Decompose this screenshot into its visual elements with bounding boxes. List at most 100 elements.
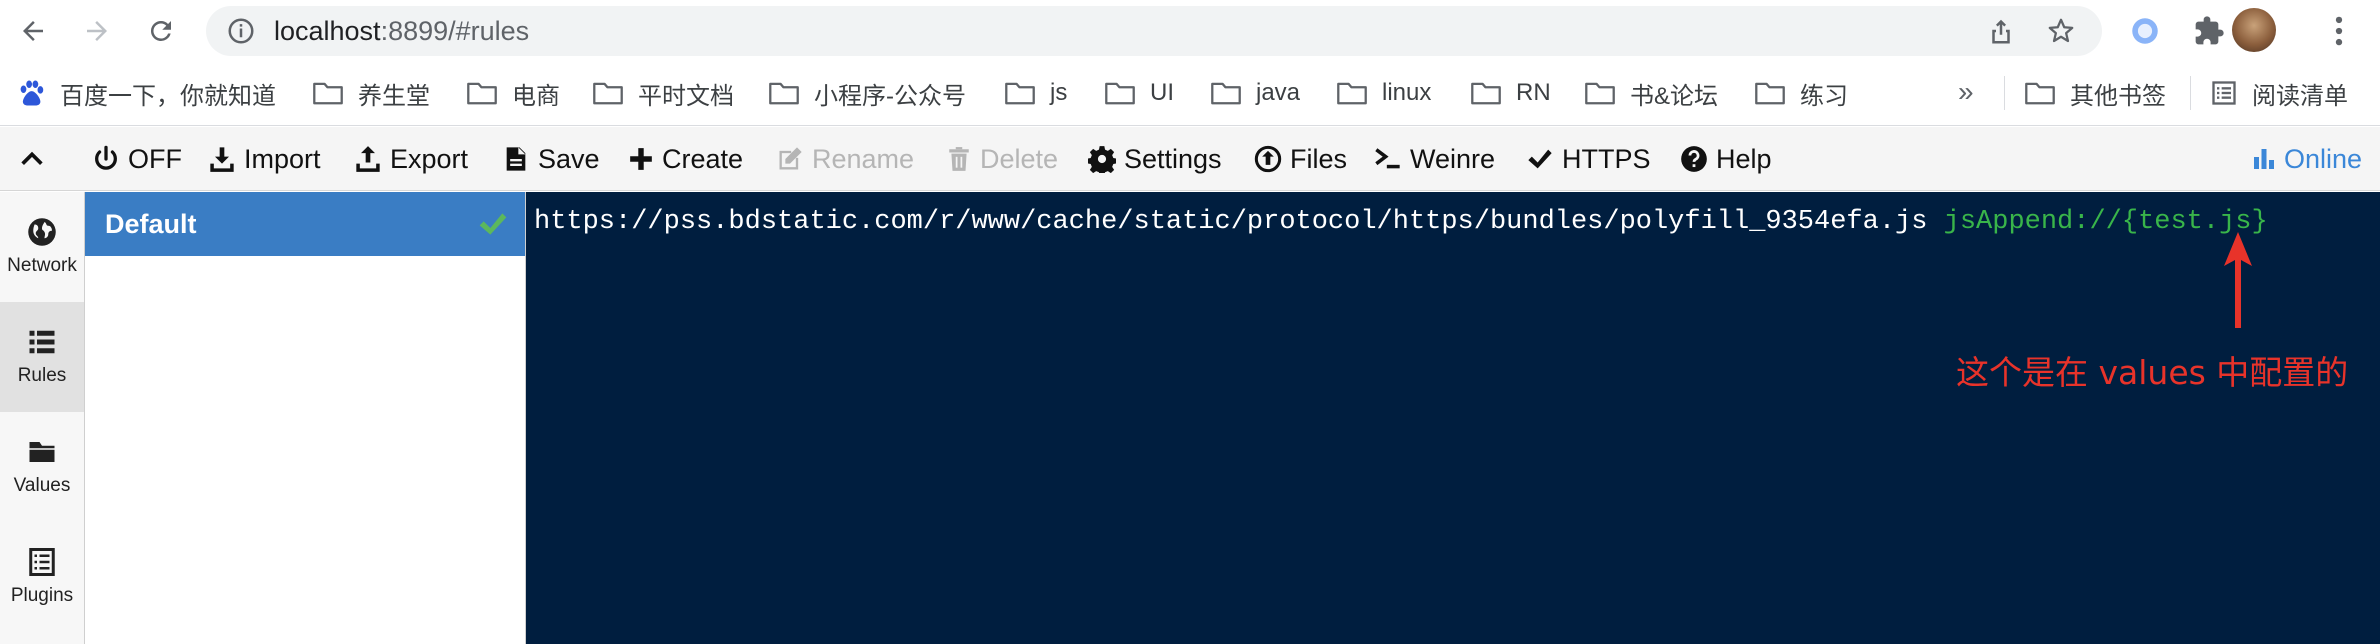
trash-icon [949, 147, 969, 171]
export-icon [356, 146, 380, 172]
check-icon [479, 213, 507, 235]
sidebar-item-rules[interactable]: Rules [0, 302, 84, 412]
online-button[interactable]: Online [2252, 127, 2362, 191]
bookmark-folder[interactable]: RN [1470, 62, 1551, 124]
annotation-arrow-icon [2224, 232, 2252, 328]
weinre-label: Weinre [1410, 143, 1496, 174]
bookmarks-overflow-button[interactable]: » [1958, 76, 1974, 108]
browser-toolbar: localhost:8899/#rules [0, 0, 2380, 62]
rules-list: Default [85, 192, 526, 644]
export-button[interactable]: Export [354, 127, 468, 191]
share-icon[interactable] [1986, 16, 2016, 46]
bookmark-baidu[interactable]: 百度一下，你就知道 [16, 62, 276, 124]
sidebar-item-label: Values [13, 475, 71, 496]
folder-icon [1337, 82, 1367, 105]
more-vertical-icon[interactable] [2320, 12, 2358, 50]
bookmark-label: 练习 [1800, 82, 1848, 110]
bookmark-folder[interactable]: js [1004, 62, 1067, 124]
annotation-text: 这个是在 values 中配置的 [1956, 353, 2349, 392]
files-button[interactable]: Files [1254, 127, 1347, 191]
folder-icon [1585, 82, 1615, 105]
upload-circle-icon [1254, 145, 1282, 173]
sidebar-item-values[interactable]: Values [0, 412, 84, 522]
rule-pattern: https://pss.bdstatic.com/r/www/cache/sta… [534, 207, 1928, 237]
gear-icon [1088, 146, 1116, 173]
back-button[interactable] [10, 8, 56, 54]
help-label: Help [1716, 143, 1772, 174]
bookmark-folder[interactable]: 书&论坛 [1584, 62, 1718, 124]
rules-editor[interactable]: https://pss.bdstatic.com/r/www/cache/sta… [526, 192, 2380, 644]
bookmark-folder[interactable]: 电商 [466, 62, 560, 124]
extensions-puzzle-icon[interactable] [2190, 12, 2228, 50]
bookmark-star-icon[interactable] [2046, 16, 2076, 46]
reading-list-button[interactable]: 阅读清单 [2210, 62, 2348, 124]
whistle-menu-bar: OFF Import Export Save Create Rename Del… [0, 127, 2380, 191]
bookmark-folder[interactable]: 小程序-公众号 [768, 62, 966, 124]
folder-icon [467, 82, 497, 105]
settings-button[interactable]: Settings [1088, 127, 1222, 191]
bookmark-folder[interactable]: 练习 [1754, 62, 1848, 124]
collapse-button[interactable] [18, 127, 46, 191]
sidebar-item-label: Network [7, 255, 77, 276]
folder-icon [2025, 82, 2055, 105]
chevron-up-icon [21, 151, 43, 165]
bookmark-folder[interactable]: linux [1336, 62, 1431, 124]
bar-chart-icon [2254, 149, 2274, 169]
code-line[interactable]: https://pss.bdstatic.com/r/www/cache/sta… [534, 202, 2268, 242]
rename-button[interactable]: Rename [776, 127, 914, 191]
save-label: Save [538, 143, 600, 174]
address-bar[interactable]: localhost:8899/#rules [206, 6, 2102, 56]
folder-icon [1105, 82, 1135, 105]
bookmark-other[interactable]: 其他书签 [2024, 62, 2166, 124]
list-icon [29, 330, 55, 354]
extension-circle-icon[interactable] [2126, 12, 2164, 50]
folder-icon [769, 82, 799, 105]
off-label: OFF [128, 143, 182, 174]
import-label: Import [244, 143, 321, 174]
delete-button[interactable]: Delete [946, 127, 1058, 191]
bookmark-label: 电商 [512, 82, 560, 110]
reload-button[interactable] [138, 8, 184, 54]
bookmark-folder[interactable]: UI [1104, 62, 1174, 124]
bookmark-label: 其他书签 [2070, 82, 2166, 110]
bookmark-label: RN [1516, 79, 1551, 106]
url-text[interactable]: localhost:8899/#rules [274, 6, 529, 56]
files-label: Files [1290, 143, 1348, 174]
globe-icon [28, 218, 56, 246]
sidebar-item-label: Rules [17, 365, 67, 386]
arrow-right-icon [87, 21, 107, 41]
arrow-left-icon [23, 21, 43, 41]
info-icon[interactable] [226, 16, 256, 46]
sidebar-item-network[interactable]: Network [0, 192, 84, 302]
folder-icon [313, 82, 343, 105]
weinre-button[interactable]: Weinre [1374, 127, 1495, 191]
rule-item-default[interactable]: Default [85, 192, 525, 256]
help-button[interactable]: Help [1680, 127, 1772, 191]
bookmark-folder[interactable]: 平时文档 [592, 62, 734, 124]
bookmark-label: 养生堂 [358, 82, 430, 110]
save-button[interactable]: Save [502, 127, 600, 191]
url-host: localhost [274, 16, 381, 46]
bookmark-label: 小程序-公众号 [814, 82, 966, 110]
bookmark-label: linux [1382, 79, 1432, 106]
https-label: HTTPS [1562, 143, 1651, 174]
bookmark-folder[interactable]: 养生堂 [312, 62, 430, 124]
folder-icon [1211, 82, 1241, 105]
sidebar-item-plugins[interactable]: Plugins [0, 522, 84, 632]
https-button[interactable]: HTTPS [1526, 127, 1651, 191]
off-button[interactable]: OFF [92, 127, 182, 191]
export-label: Export [390, 143, 469, 174]
forward-button[interactable] [74, 8, 120, 54]
profile-avatar[interactable] [2232, 8, 2276, 52]
create-button[interactable]: Create [628, 127, 743, 191]
rule-name: Default [105, 208, 197, 239]
sidebar-item-label: Plugins [10, 585, 74, 606]
edit-icon [779, 147, 802, 170]
bookmark-folder[interactable]: java [1210, 62, 1300, 124]
reading-list-icon [2212, 81, 2236, 105]
folder-icon [593, 82, 623, 105]
import-button[interactable]: Import [208, 127, 321, 191]
bookmarks-bar: 百度一下，你就知道 养生堂 电商 平时文档 小程序-公众号 js UI java… [0, 62, 2380, 126]
bookmark-divider [2190, 76, 2191, 110]
check-icon [1528, 149, 1552, 169]
